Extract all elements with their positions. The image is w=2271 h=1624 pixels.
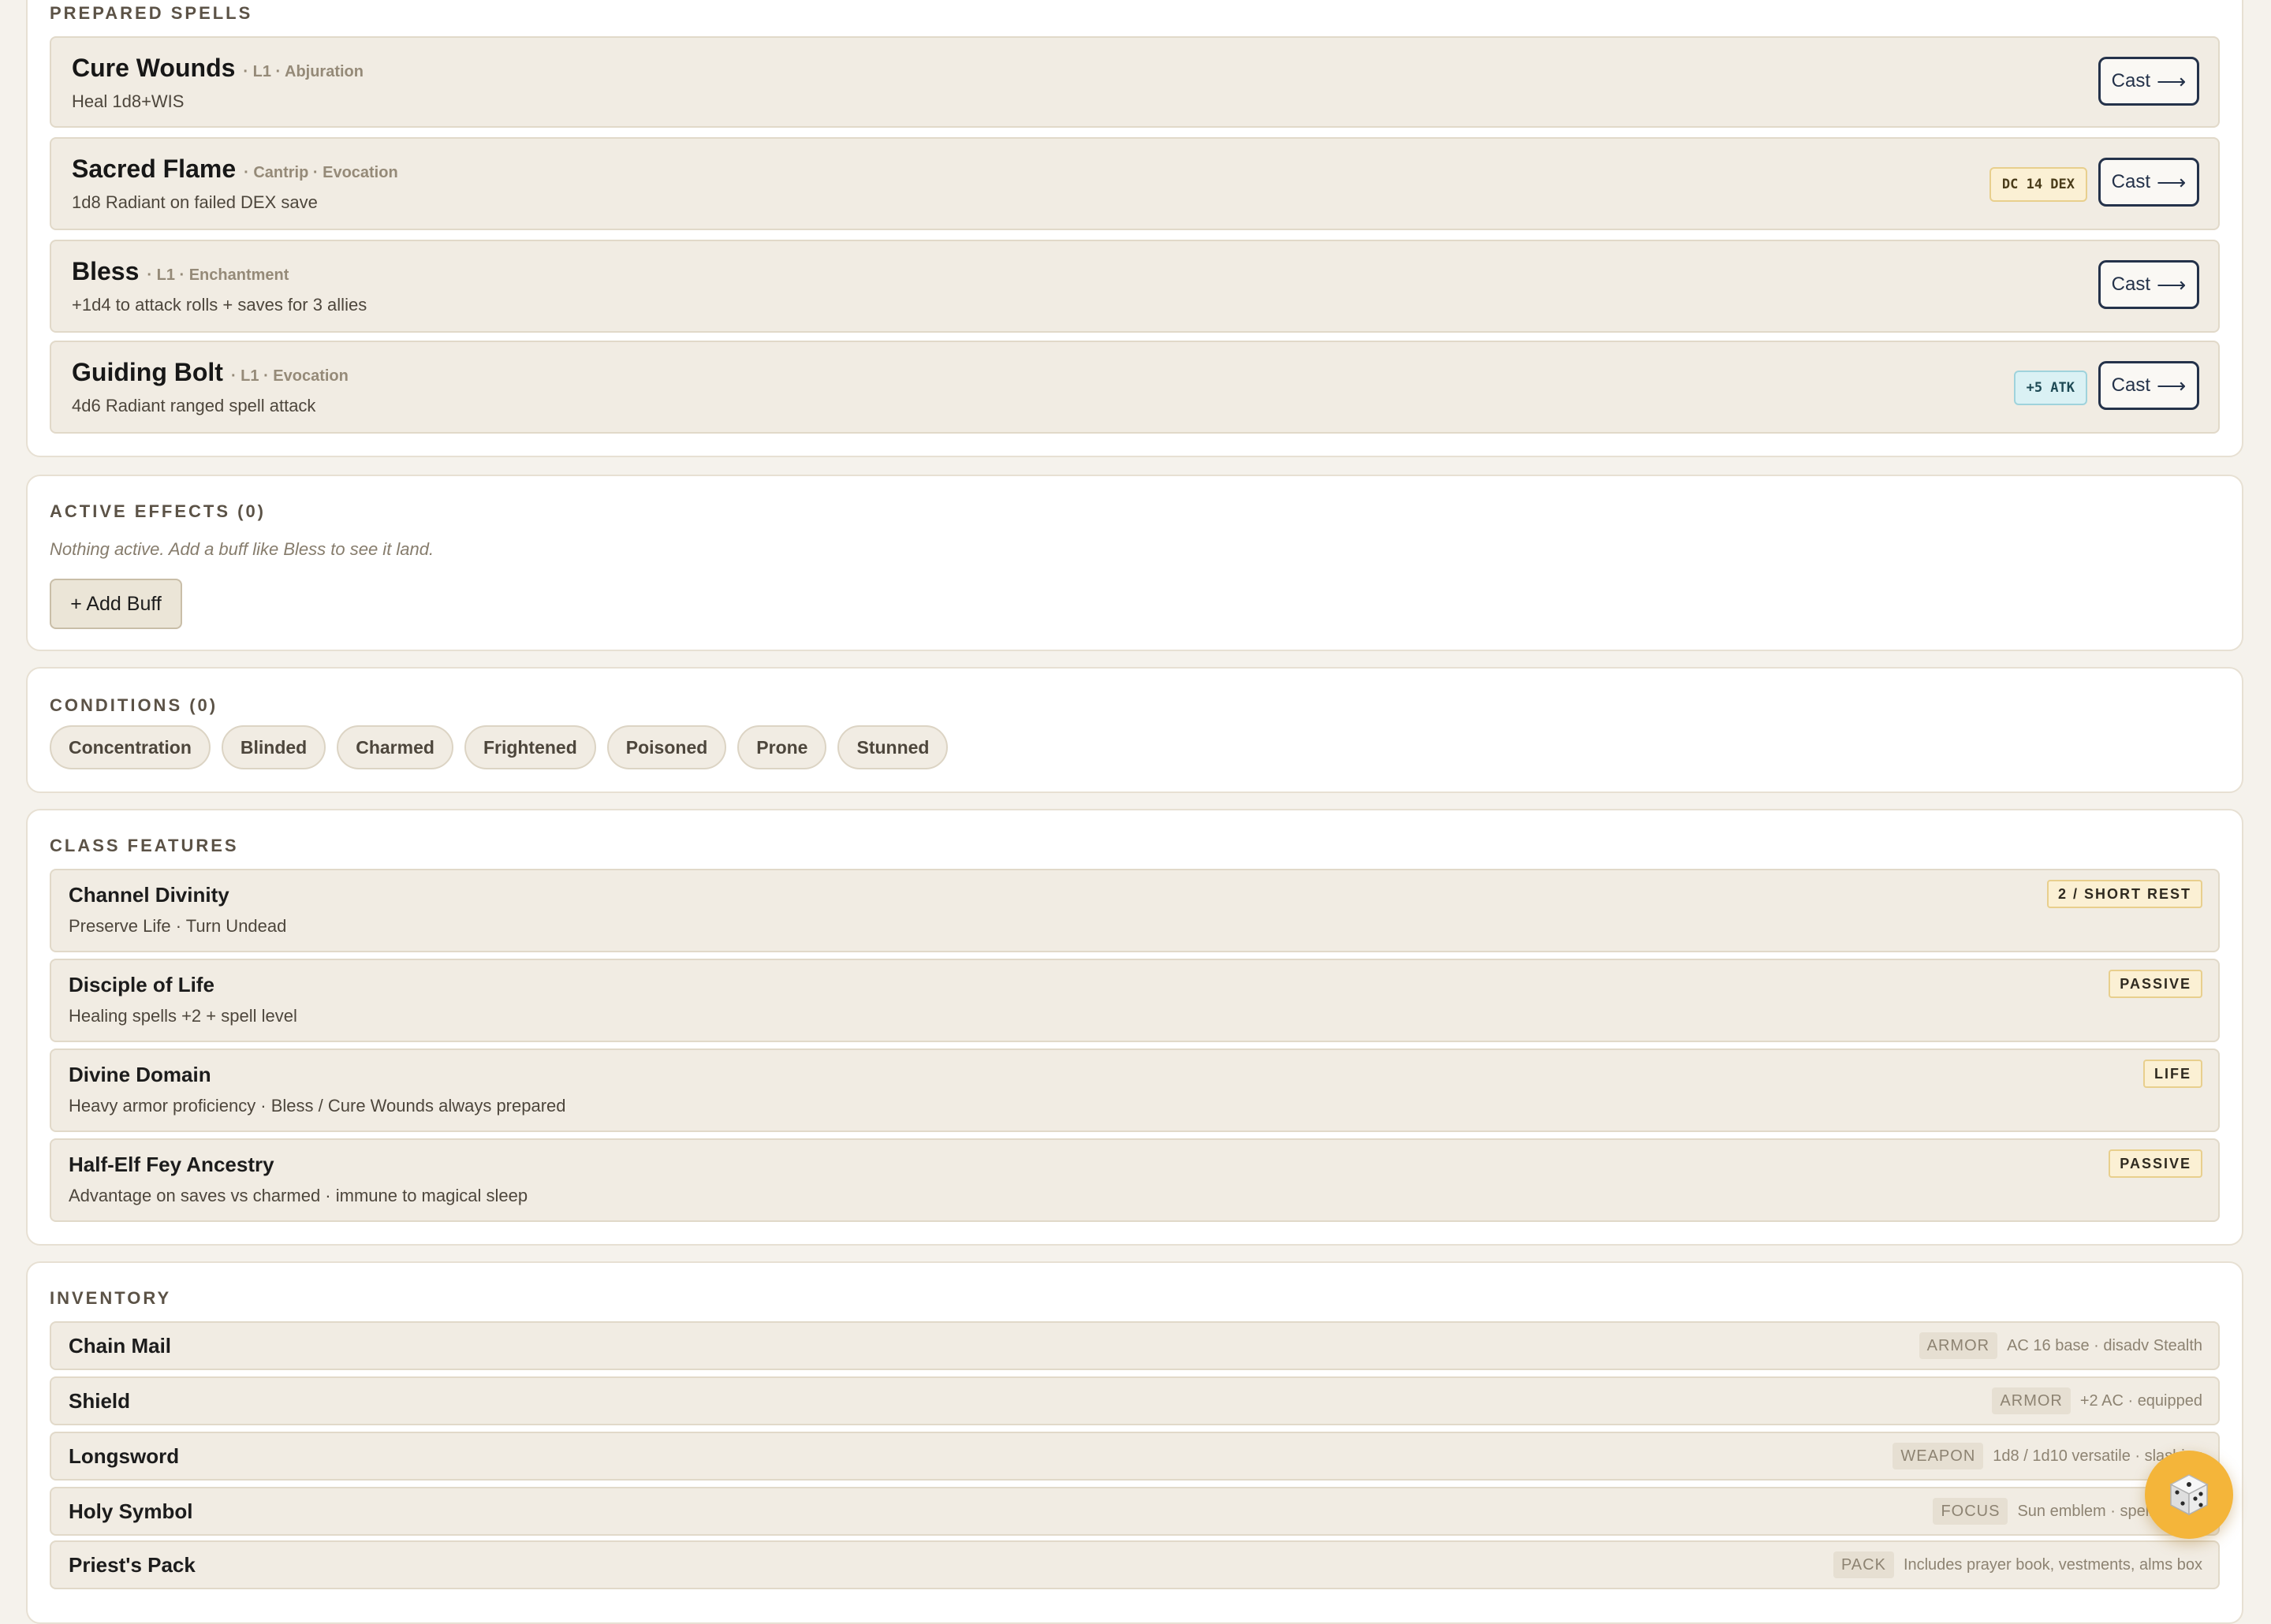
spell-description: +1d4 to attack rolls + saves for 3 allie…	[72, 295, 367, 315]
add-buff-button[interactable]: + Add Buff	[50, 579, 182, 629]
condition-chip-blinded[interactable]: Blinded	[221, 725, 326, 769]
cast-button[interactable]: Cast ⟶	[2098, 158, 2199, 207]
feature-row: Half-Elf Fey Ancestry Advantage on saves…	[50, 1138, 2220, 1222]
item-name: Longsword	[69, 1444, 180, 1468]
item-note: Includes prayer book, vestments, alms bo…	[1903, 1555, 2202, 1574]
feature-description: Preserve Life · Turn Undead	[69, 916, 287, 936]
item-type-tag: WEAPON	[1892, 1443, 1984, 1469]
condition-chip-stunned[interactable]: Stunned	[837, 725, 949, 769]
feature-badge: PASSIVE	[2109, 1149, 2202, 1178]
feature-name: Half-Elf Fey Ancestry	[69, 1153, 274, 1176]
item-type-tag: PACK	[1833, 1551, 1894, 1578]
item-name: Priest's Pack	[69, 1553, 196, 1577]
spell-row: Sacred Flame · Cantrip · Evocation 1d8 Ra…	[50, 137, 2220, 230]
active-effects-card: ACTIVE EFFECTS (0) Nothing active. Add a…	[26, 475, 2243, 651]
dice-icon	[2169, 1474, 2209, 1516]
item-note: AC 16 base · disadv Stealth	[2007, 1336, 2202, 1354]
condition-chip-frightened[interactable]: Frightened	[464, 725, 596, 769]
item-type-tag: ARMOR	[1919, 1332, 1998, 1359]
attack-bonus-badge: +5 ATK	[2013, 371, 2087, 405]
item-type-tag: FOCUS	[1933, 1498, 2008, 1525]
feature-badge: PASSIVE	[2109, 970, 2202, 998]
inventory-row[interactable]: Longsword WEAPON 1d8 / 1d10 versatile · …	[50, 1432, 2220, 1481]
arrow-right-icon: ⟶	[2157, 373, 2187, 397]
section-title: CONDITIONS (0)	[50, 695, 218, 715]
section-title: PREPARED SPELLS	[50, 3, 253, 23]
item-name: Shield	[69, 1389, 131, 1413]
spell-description: 4d6 Radiant ranged spell attack	[72, 396, 316, 415]
spell-name: Sacred Flame · Cantrip · Evocation	[72, 155, 398, 183]
feature-badge: LIFE	[2143, 1060, 2202, 1088]
item-name: Chain Mail	[69, 1334, 172, 1358]
feature-name: Divine Domain	[69, 1063, 211, 1086]
inventory-card: INVENTORY Chain Mail ARMOR AC 16 base · …	[26, 1261, 2243, 1624]
inventory-row[interactable]: Shield ARMOR +2 AC · equipped	[50, 1376, 2220, 1425]
feature-description: Heavy armor proficiency · Bless / Cure W…	[69, 1096, 566, 1116]
spell-row: Cure Wounds · L1 · Abjuration Heal 1d8+WI…	[50, 36, 2220, 128]
item-name: Holy Symbol	[69, 1499, 193, 1523]
cast-button[interactable]: Cast ⟶	[2098, 260, 2199, 309]
arrow-right-icon: ⟶	[2157, 272, 2187, 296]
conditions-card: CONDITIONS (0) Concentration Blinded Cha…	[26, 667, 2243, 793]
save-dc-badge: DC 14 DEX	[1989, 167, 2087, 202]
spell-meta: · L1 · Abjuration	[243, 63, 364, 80]
feature-name: Channel Divinity	[69, 883, 229, 907]
condition-chip-poisoned[interactable]: Poisoned	[606, 725, 727, 769]
inventory-row[interactable]: Chain Mail ARMOR AC 16 base · disadv Ste…	[50, 1321, 2220, 1370]
spell-row: Bless · L1 · Enchantment +1d4 to attack r…	[50, 240, 2220, 333]
spell-row: Guiding Bolt · L1 · Evocation 4d6 Radiant…	[50, 341, 2220, 434]
feature-row: Disciple of Life Healing spells +2 + spe…	[50, 959, 2220, 1042]
class-features-card: CLASS FEATURES Channel Divinity Preserve…	[26, 809, 2243, 1246]
condition-chip-prone[interactable]: Prone	[737, 725, 827, 769]
condition-chips: Concentration Blinded Charmed Frightened…	[50, 725, 949, 769]
spell-name: Bless · L1 · Enchantment	[72, 257, 289, 285]
dice-roll-button[interactable]	[2145, 1451, 2233, 1539]
feature-row: Divine Domain Heavy armor proficiency · …	[50, 1049, 2220, 1132]
spell-description: 1d8 Radiant on failed DEX save	[72, 192, 318, 212]
spell-meta: · L1 · Evocation	[230, 367, 349, 385]
section-title: CLASS FEATURES	[50, 836, 239, 855]
feature-name: Disciple of Life	[69, 973, 214, 996]
cast-button[interactable]: Cast ⟶	[2098, 57, 2199, 106]
spell-meta: · L1 · Enchantment	[147, 266, 289, 284]
inventory-row[interactable]: Priest's Pack PACK Includes prayer book,…	[50, 1540, 2220, 1589]
cast-button[interactable]: Cast ⟶	[2098, 361, 2199, 410]
condition-chip-concentration[interactable]: Concentration	[50, 725, 211, 769]
section-title: INVENTORY	[50, 1288, 172, 1308]
condition-chip-charmed[interactable]: Charmed	[337, 725, 453, 769]
section-title: ACTIVE EFFECTS (0)	[50, 501, 267, 521]
feature-description: Healing spells +2 + spell level	[69, 1006, 297, 1026]
inventory-row[interactable]: Holy Symbol FOCUS Sun emblem · spellcast…	[50, 1487, 2220, 1536]
prepared-spells-card: PREPARED SPELLS Cure Wounds · L1 · Abjura…	[26, 0, 2243, 457]
spell-description: Heal 1d8+WIS	[72, 91, 185, 111]
spell-name: Cure Wounds · L1 · Abjuration	[72, 54, 364, 82]
feature-row: Channel Divinity Preserve Life · Turn Un…	[50, 869, 2220, 952]
item-type-tag: ARMOR	[1992, 1387, 2071, 1414]
arrow-right-icon: ⟶	[2157, 169, 2187, 194]
feature-description: Advantage on saves vs charmed · immune t…	[69, 1186, 528, 1205]
empty-state-hint: Nothing active. Add a buff like Bless to…	[50, 539, 434, 559]
arrow-right-icon: ⟶	[2157, 69, 2187, 93]
spell-meta: · Cantrip · Evocation	[244, 164, 398, 181]
spell-name: Guiding Bolt · L1 · Evocation	[72, 358, 349, 386]
item-note: +2 AC · equipped	[2079, 1391, 2202, 1410]
feature-badge: 2 / SHORT REST	[2046, 880, 2202, 908]
